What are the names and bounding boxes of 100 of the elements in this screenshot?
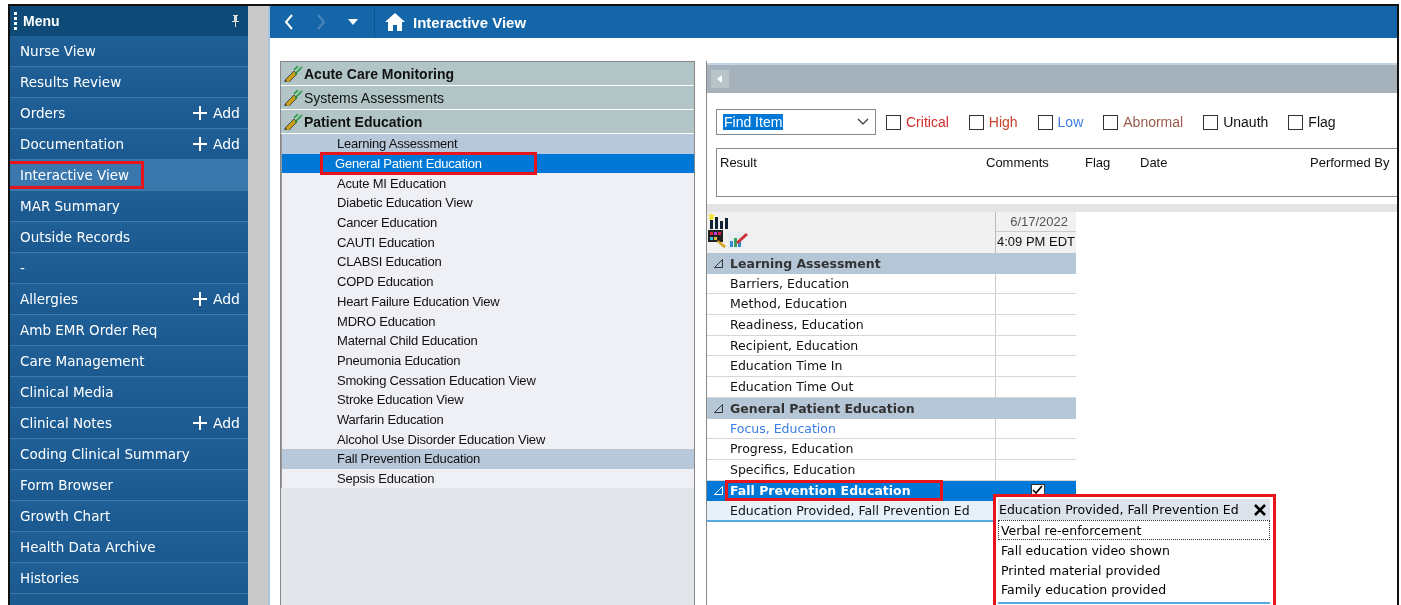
menu-item-label: Nurse View [20, 42, 97, 61]
band-header[interactable]: Patient Education [281, 110, 694, 134]
list-item[interactable]: Sepsis Education [282, 468, 694, 489]
popup-title: Education Provided, Fall Prevention Ed [999, 502, 1239, 517]
menu-item-label: Clinical Notes [20, 414, 113, 433]
option-item[interactable]: Fall education video shown [998, 539, 1270, 560]
add-button[interactable]: Add [192, 291, 240, 307]
checkbox[interactable] [1103, 114, 1119, 130]
row-label: Progress, Education [707, 439, 996, 459]
option-item[interactable]: Family education provided [998, 579, 1270, 600]
chart-edit-icon[interactable] [728, 232, 748, 248]
section-header[interactable]: Learning Assessment [707, 253, 1076, 274]
menu-item[interactable]: Outside Records [10, 222, 248, 253]
list-item[interactable]: COPD Education [282, 271, 694, 292]
menu-item[interactable]: Documentation Add [10, 129, 248, 160]
list-item[interactable]: CAUTI Education [282, 232, 694, 253]
collapse-triangle-icon[interactable] [714, 403, 723, 413]
menu-item[interactable]: Histories [10, 563, 248, 594]
row-label: Education Time In [707, 356, 996, 377]
column-header[interactable]: Result [720, 155, 757, 170]
plus-icon [192, 416, 207, 430]
dropdown-icon[interactable] [348, 19, 358, 25]
list-item[interactable]: Cancer Education [282, 212, 694, 233]
home-icon[interactable] [385, 13, 405, 31]
checkbox[interactable] [968, 114, 984, 130]
add-button[interactable]: Add [192, 105, 240, 121]
menu-item-label: Histories [20, 569, 81, 588]
find-item-dropdown[interactable]: Find Item [716, 109, 876, 135]
close-icon[interactable] [1254, 503, 1266, 516]
list-item[interactable]: Acute MI Education [282, 173, 694, 194]
menu-item[interactable]: Clinical Media [10, 377, 248, 408]
back-icon[interactable] [284, 14, 294, 30]
grid-pencil-icon[interactable] [708, 230, 728, 248]
menu-item[interactable]: Results Review [10, 67, 248, 98]
menu-item-label: Interactive View [10, 164, 142, 186]
menu-item[interactable]: Amb EMR Order Req [10, 315, 248, 346]
list-item[interactable]: Maternal Child Education [282, 330, 694, 351]
list-item[interactable]: Diabetic Education View [282, 193, 694, 213]
list-item[interactable]: General Patient Education [282, 153, 694, 174]
list-item[interactable]: Learning Assessment [282, 134, 694, 154]
plus-icon [192, 292, 207, 306]
menu-item[interactable]: Care Management [10, 346, 248, 377]
column-header[interactable]: Performed By [1310, 155, 1390, 170]
list-item[interactable]: Smoking Cessation Education View [282, 370, 694, 390]
menu-item[interactable]: Growth Chart [10, 501, 248, 532]
bar-chart-icon[interactable] [708, 212, 730, 230]
column-header[interactable]: Comments [986, 155, 1049, 170]
menu-item-label: Outside Records [20, 228, 132, 247]
scrollbar[interactable] [707, 63, 1397, 93]
menu-item-label: Clinical Media [20, 383, 115, 402]
checkbox[interactable] [1203, 114, 1219, 130]
band-header[interactable]: Acute Care Monitoring [281, 62, 694, 86]
plus-icon [192, 137, 207, 151]
menu-item[interactable]: MAR Summary [10, 191, 248, 222]
menu-item[interactable]: - [10, 253, 248, 284]
column-header[interactable]: Date [1140, 155, 1168, 170]
add-button[interactable]: Add [192, 415, 240, 431]
menu-item-label: Care Management [20, 352, 146, 371]
checkbox[interactable] [1288, 114, 1304, 130]
scrollbar[interactable] [248, 6, 268, 605]
list-item[interactable]: Warfarin Education [282, 409, 694, 430]
row-label: Recipient, Education [707, 335, 996, 356]
menu-item[interactable]: Form Browser [10, 470, 248, 501]
menu-item-label: - [20, 259, 26, 278]
list-item[interactable]: MDRO Education [282, 311, 694, 331]
filter-label: Critical [906, 114, 949, 130]
filter-label: Abnormal [1123, 114, 1184, 130]
chevron-down-icon[interactable] [857, 118, 869, 126]
pencil-check-icon [283, 113, 303, 130]
row-label: Education Provided, Fall Prevention Ed [729, 502, 971, 520]
section-header[interactable]: General Patient Education [707, 397, 1076, 419]
column-header[interactable]: Flag [1085, 155, 1111, 170]
menu-item[interactable]: Orders Add [10, 98, 248, 129]
list-item[interactable]: CLABSI Education [282, 252, 694, 272]
pin-icon[interactable] [231, 15, 240, 27]
menu-item[interactable]: Health Data Archive [10, 532, 248, 563]
menu-item[interactable]: Allergies Add [10, 284, 248, 315]
menu-item-label: Orders [20, 104, 67, 123]
option-item[interactable]: Printed material provided [998, 559, 1270, 580]
menu-item[interactable]: Nurse View [10, 36, 248, 67]
list-item[interactable]: Stroke Education View [282, 389, 694, 410]
option-item[interactable]: Verbal re-enforcement [998, 520, 1270, 540]
list-item[interactable]: Pneumonia Education [282, 350, 694, 371]
row-label[interactable]: Focus, Education [707, 418, 996, 439]
filter-label: High [988, 114, 1018, 130]
checkbox[interactable] [886, 114, 901, 130]
menu-item-label: Results Review [20, 73, 123, 92]
menu-item-label: Coding Clinical Summary [20, 445, 191, 464]
menu-item[interactable]: Clinical Notes Add [10, 408, 248, 439]
collapse-triangle-icon[interactable] [714, 258, 723, 268]
menu-item[interactable]: Interactive View [10, 160, 248, 191]
menu-item-label: Health Data Archive [20, 538, 157, 557]
add-button[interactable]: Add [192, 136, 240, 152]
list-item[interactable]: Alcohol Use Disorder Education View [282, 429, 694, 449]
plus-icon [192, 106, 207, 120]
list-item[interactable]: Heart Failure Education View [282, 291, 694, 312]
band-header[interactable]: Systems Assessments [281, 86, 694, 110]
menu-item[interactable]: Coding Clinical Summary [10, 439, 248, 470]
list-item[interactable]: Fall Prevention Education [282, 449, 694, 469]
checkbox[interactable] [1037, 114, 1053, 130]
